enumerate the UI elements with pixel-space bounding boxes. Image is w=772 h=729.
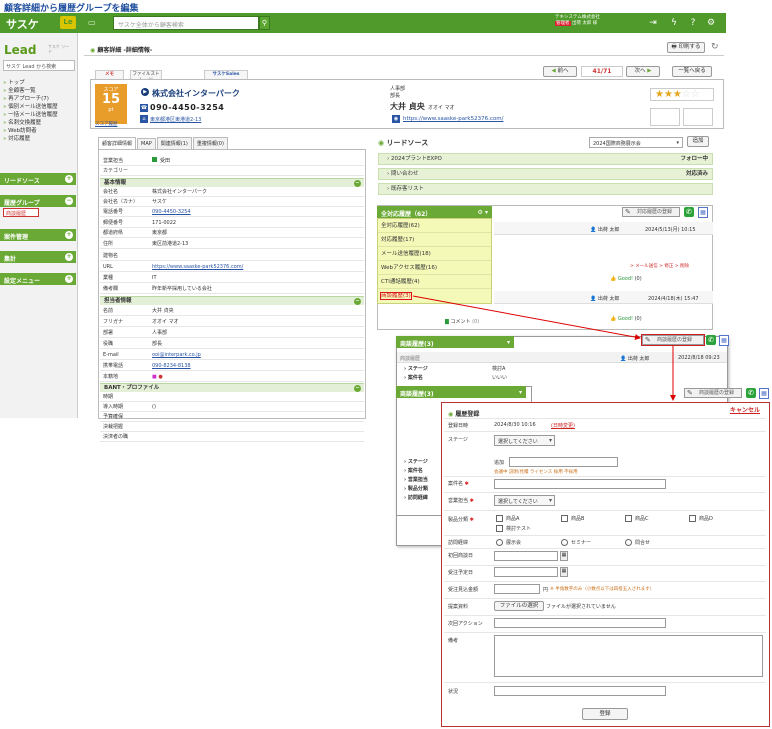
annotation-arrows xyxy=(412,295,676,401)
